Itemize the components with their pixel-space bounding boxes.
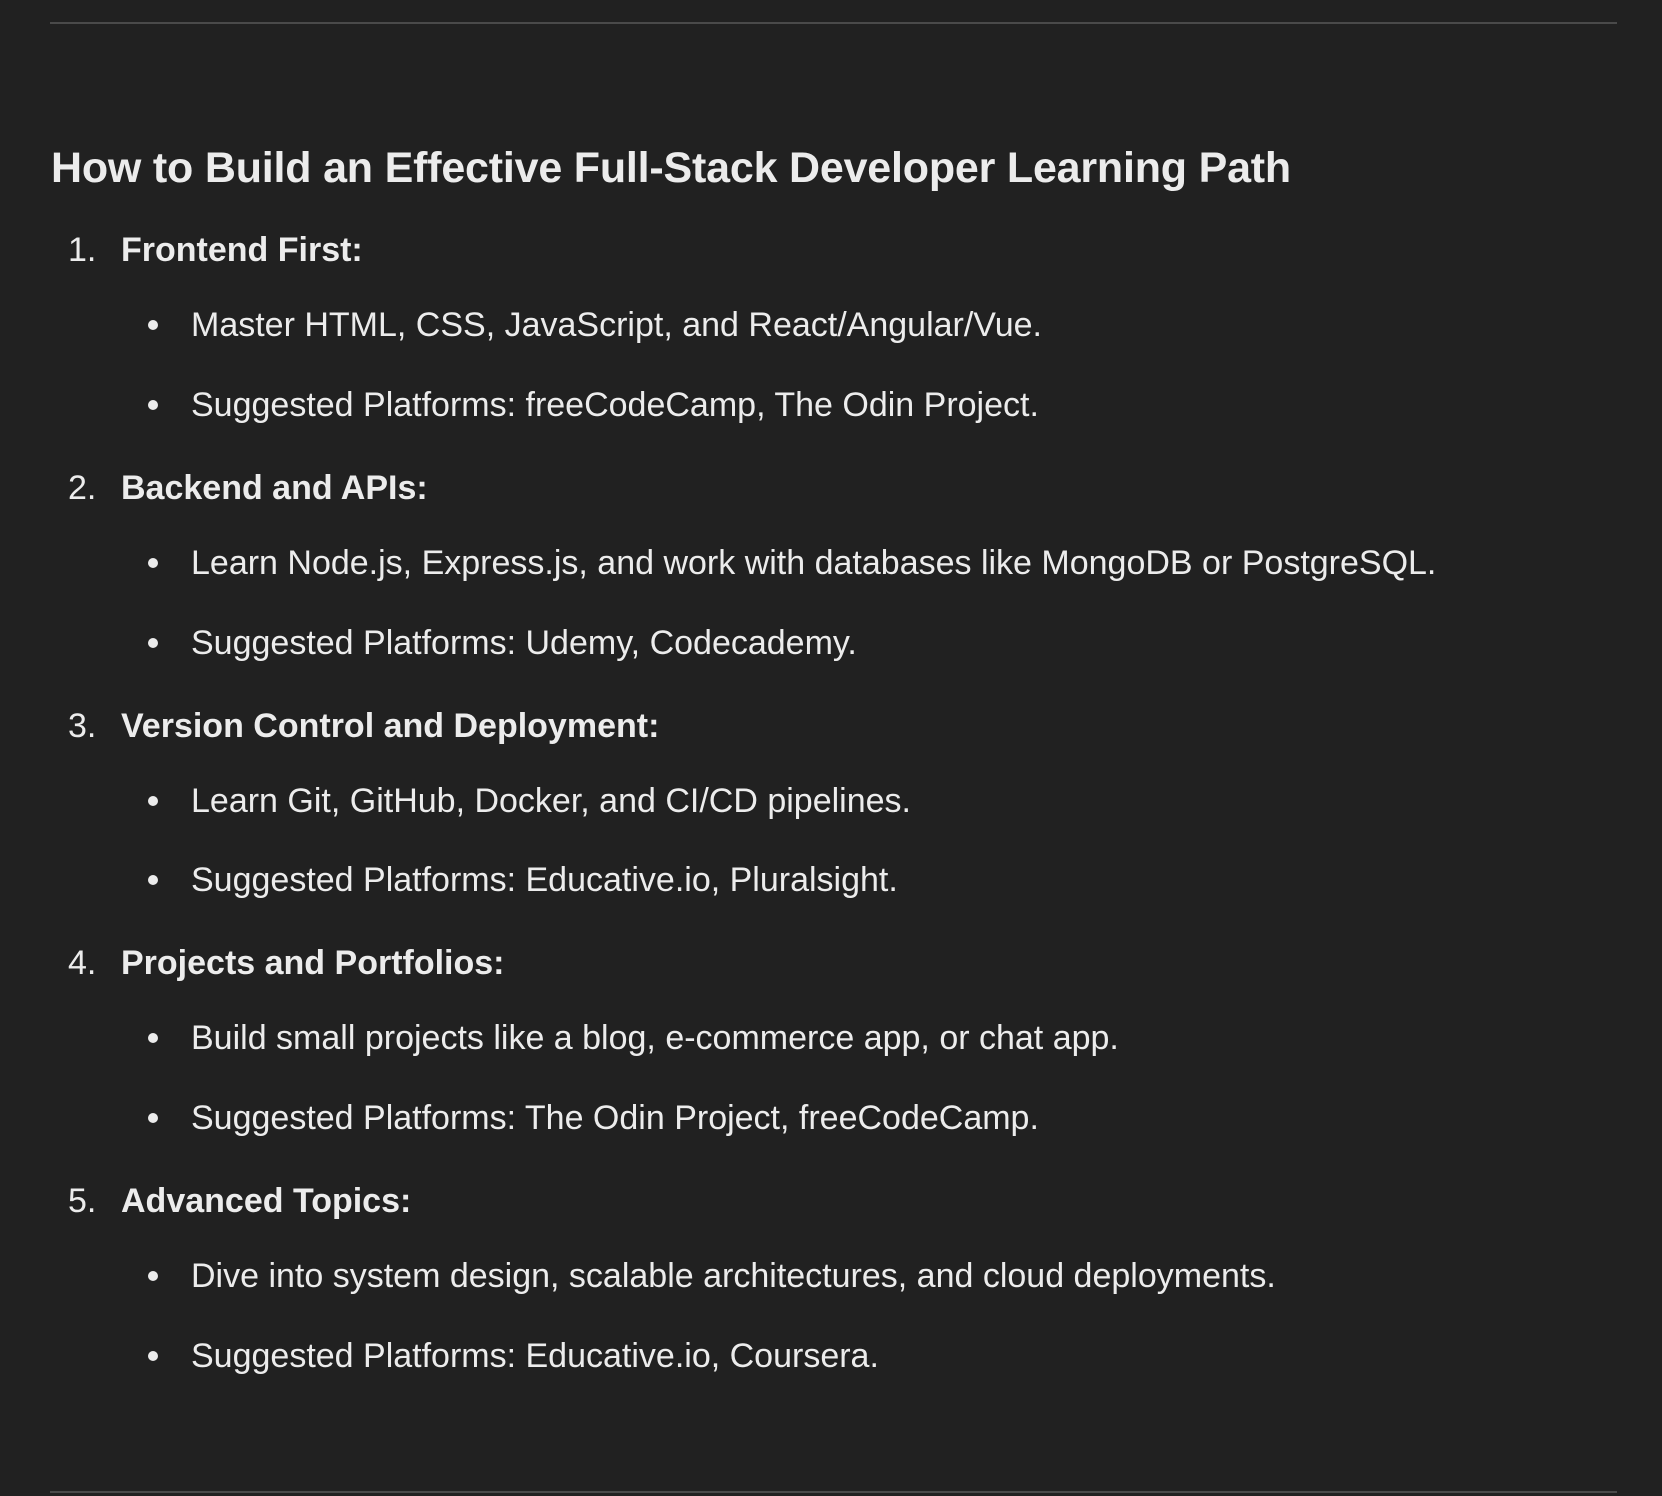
bullet-text: Suggested Platforms: Udemy, Codecademy. — [191, 624, 857, 662]
bullet-text: Suggested Platforms: freeCodeCamp, The O… — [191, 386, 1039, 424]
bullet-dot — [148, 558, 158, 568]
bullet-text: Dive into system design, scalable archit… — [191, 1257, 1276, 1295]
bullet-dot — [148, 320, 158, 330]
bullet-text: Learn Git, GitHub, Docker, and CI/CD pip… — [191, 782, 911, 820]
list-number: 2. — [68, 469, 97, 507]
section-title: Advanced Topics: — [121, 1182, 412, 1220]
section-title: Backend and APIs: — [121, 469, 428, 507]
bullet-dot — [148, 796, 158, 806]
list-number: 3. — [68, 707, 97, 745]
list-number: 5. — [68, 1182, 97, 1220]
section-title: Projects and Portfolios: — [121, 944, 505, 982]
bullet-text: Suggested Platforms: Educative.io, Plura… — [191, 861, 898, 899]
section-title: Version Control and Deployment: — [121, 707, 660, 745]
section-title: Frontend First: — [121, 231, 363, 269]
bullet-dot — [148, 638, 158, 648]
bullet-dot — [148, 875, 158, 885]
bottom-divider — [50, 1491, 1617, 1493]
bullet-text: Build small projects like a blog, e-comm… — [191, 1019, 1119, 1057]
bullet-text: Master HTML, CSS, JavaScript, and React/… — [191, 306, 1042, 344]
top-divider — [50, 22, 1617, 24]
bullet-dot — [148, 1113, 158, 1123]
page-title: How to Build an Effective Full-Stack Dev… — [51, 144, 1291, 192]
bullet-text: Learn Node.js, Express.js, and work with… — [191, 544, 1437, 582]
list-number: 4. — [68, 944, 97, 982]
bullet-dot — [148, 1271, 158, 1281]
list-number: 1. — [68, 231, 97, 269]
bullet-text: Suggested Platforms: The Odin Project, f… — [191, 1099, 1039, 1137]
bullet-text: Suggested Platforms: Educative.io, Cours… — [191, 1337, 879, 1375]
bullet-dot — [148, 1033, 158, 1043]
bullet-dot — [148, 1351, 158, 1361]
bullet-dot — [148, 400, 158, 410]
